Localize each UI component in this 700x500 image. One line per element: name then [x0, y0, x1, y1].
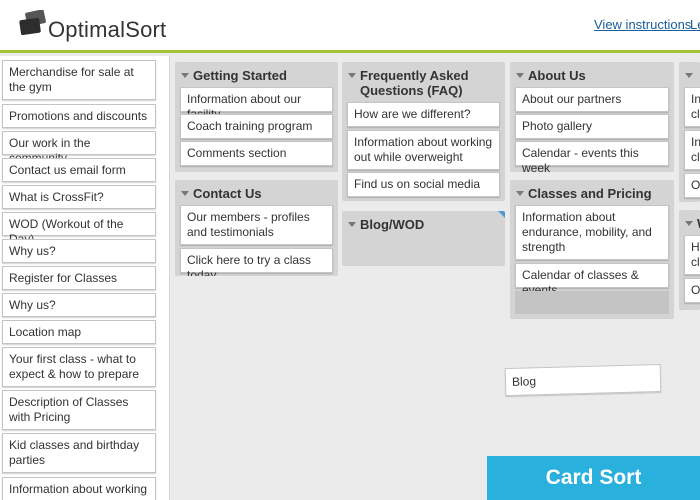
sorted-card[interactable]: Coach training program	[180, 114, 333, 139]
collapse-triangle-icon[interactable]	[516, 191, 524, 196]
group-title[interactable]: Getting Started	[175, 62, 338, 86]
group-title[interactable]: Classes and Pricing	[510, 180, 674, 204]
sorted-card[interactable]: Our members - profiles and testimonials	[180, 205, 333, 245]
sorted-card[interactable]: Photo gallery	[515, 114, 669, 139]
unsorted-card[interactable]: Contact us email form	[2, 158, 156, 182]
collapse-triangle-icon[interactable]	[348, 73, 356, 78]
group-title[interactable]: Contact Us	[175, 180, 338, 204]
cards-logo-icon	[19, 10, 46, 36]
unsorted-card[interactable]: Why us?	[2, 293, 156, 317]
group-classes-and-pricing[interactable]: Classes and Pricing Information about en…	[510, 180, 674, 319]
group-title[interactable]: Frequently Asked Questions (FAQ)	[342, 62, 505, 100]
group-faq[interactable]: Frequently Asked Questions (FAQ) How are…	[342, 62, 505, 201]
sorted-card[interactable]: Comments section	[180, 141, 333, 166]
new-group-marker-icon	[498, 211, 505, 218]
leave-link[interactable]: Le	[690, 17, 700, 32]
sorted-card[interactable]: Click here to try a class today	[180, 248, 333, 276]
unsorted-card[interactable]: Why us?	[2, 239, 156, 263]
unsorted-card[interactable]: Register for Classes	[2, 266, 156, 290]
collapse-triangle-icon[interactable]	[685, 73, 693, 78]
group-title-text: Contact Us	[193, 186, 262, 201]
group-title[interactable]: Blog/WOD	[342, 211, 505, 235]
group-getting-started[interactable]: Getting Started Information about our fa…	[175, 62, 338, 172]
group-title-text: About Us	[528, 68, 586, 83]
group-title-text: Getting Started	[193, 68, 287, 83]
collapse-triangle-icon[interactable]	[181, 73, 189, 78]
app-logo-text: OptimalSort	[48, 17, 167, 42]
app-header: OptimalSort View instructions Le	[0, 0, 700, 53]
sorted-card[interactable]: Ou	[684, 173, 700, 198]
unsorted-cards-panel[interactable]: Merchandise for sale at the gym Promotio…	[0, 56, 170, 500]
sorted-card[interactable]: How are we different?	[347, 102, 500, 127]
unsorted-card[interactable]: Merchandise for sale at the gym	[2, 60, 156, 100]
sorted-card[interactable]: Information about our facility	[180, 87, 333, 121]
sorted-card[interactable]: Information about working out while over…	[347, 130, 500, 170]
group-contact-us[interactable]: Contact Us Our members - profiles and te…	[175, 180, 338, 276]
collapse-triangle-icon[interactable]	[348, 222, 356, 227]
unsorted-card[interactable]: Promotions and discounts	[2, 104, 156, 128]
sorted-card[interactable]: Inf cla	[684, 130, 700, 170]
unsorted-card[interactable]: Description of Classes with Pricing	[2, 390, 156, 430]
sorted-card[interactable]: Calendar - events this week	[515, 141, 669, 172]
group-title[interactable]	[679, 62, 700, 86]
unsorted-card[interactable]: Location map	[2, 320, 156, 344]
collapse-triangle-icon[interactable]	[685, 221, 693, 226]
unsorted-card[interactable]: WOD (Workout of the Day)	[2, 212, 156, 246]
unsorted-card[interactable]: Your first class - what to expect & how …	[2, 347, 156, 387]
group-title-text: Classes and Pricing	[528, 186, 652, 201]
group-title[interactable]: About Us	[510, 62, 674, 86]
card-sort-badge: Card Sort	[487, 456, 700, 500]
group-about-us[interactable]: About Us About our partners Photo galler…	[510, 62, 674, 172]
unsorted-card[interactable]: Information about working	[2, 477, 156, 500]
group-partial-w[interactable]: W Ho cla Ou	[679, 210, 700, 310]
dragged-card[interactable]: Blog	[504, 363, 662, 397]
sorted-card[interactable]: About our partners	[515, 87, 669, 112]
sorted-card[interactable]: Ou	[684, 278, 700, 303]
group-partial[interactable]: Int cla Inf cla Ou	[679, 62, 700, 202]
sorted-card[interactable]: Information about endurance, mobility, a…	[515, 205, 669, 260]
group-blog-wod[interactable]: Blog/WOD	[342, 211, 505, 266]
group-title-text: Blog/WOD	[360, 217, 425, 232]
unsorted-card[interactable]: What is CrossFit?	[2, 185, 156, 209]
sorted-card[interactable]: Ho cla	[684, 235, 700, 275]
sorted-card[interactable]: Find us on social media	[347, 172, 500, 197]
sorted-card[interactable]: Calendar of classes & events	[515, 263, 669, 297]
sorted-card[interactable]: Int cla	[684, 87, 700, 127]
view-instructions-link[interactable]: View instructions	[594, 17, 691, 32]
group-title[interactable]: W	[679, 210, 700, 234]
collapse-triangle-icon[interactable]	[516, 73, 524, 78]
unsorted-card[interactable]: Our work in the community	[2, 131, 156, 165]
group-title-text: Frequently Asked Questions (FAQ)	[360, 68, 469, 98]
drop-placeholder[interactable]	[515, 291, 669, 314]
collapse-triangle-icon[interactable]	[181, 191, 189, 196]
unsorted-card[interactable]: Kid classes and birthday parties	[2, 433, 156, 473]
